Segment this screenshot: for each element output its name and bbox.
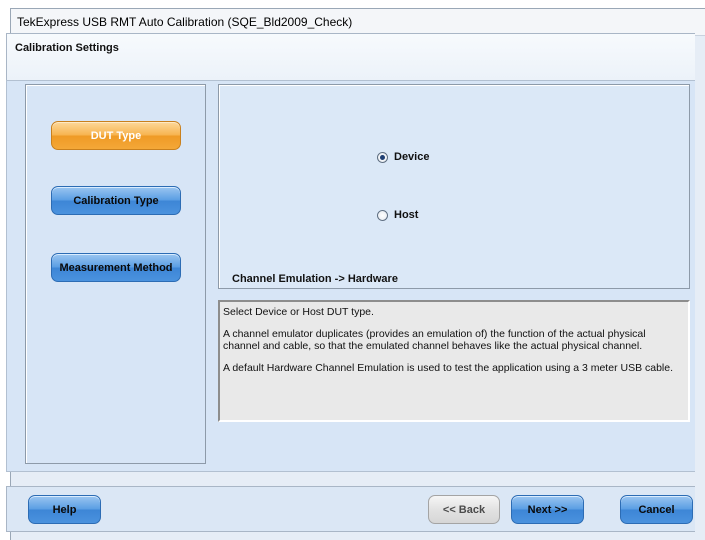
channel-emulation-label: Channel Emulation -> Hardware <box>232 273 398 285</box>
footer-bar <box>6 486 695 532</box>
cancel-button-label: Cancel <box>638 503 675 516</box>
nav-measurement-method-label: Measurement Method <box>59 261 173 274</box>
host-radio-label: Host <box>394 209 419 221</box>
description-line-2: A channel emulator duplicates (provides … <box>223 328 646 352</box>
next-button[interactable]: Next >> <box>511 495 584 524</box>
dut-type-options-panel <box>218 84 690 289</box>
description-line-3: A default Hardware Channel Emulation is … <box>223 362 674 374</box>
page-title: Calibration Settings <box>15 42 119 54</box>
device-radio-button[interactable] <box>377 151 388 163</box>
nav-dut-type-label: DUT Type <box>90 129 142 142</box>
device-radio-label: Device <box>394 151 430 163</box>
nav-dut-type-button[interactable]: DUT Type <box>51 121 181 150</box>
window-title: TekExpress USB RMT Auto Calibration (SQE… <box>11 9 705 36</box>
back-button[interactable]: << Back <box>428 495 500 524</box>
description-line-1: Select Device or Host DUT type. <box>223 306 374 318</box>
next-button-label: Next >> <box>527 503 568 516</box>
nav-calibration-type-button[interactable]: Calibration Type <box>51 186 181 215</box>
description-textbox: Select Device or Host DUT type. A channe… <box>218 300 690 422</box>
help-button[interactable]: Help <box>28 495 101 524</box>
cancel-button[interactable]: Cancel <box>620 495 693 524</box>
device-radio-option[interactable]: Device <box>377 151 429 163</box>
back-button-label: << Back <box>442 503 486 516</box>
host-radio-button[interactable] <box>377 209 388 221</box>
nav-calibration-type-label: Calibration Type <box>73 194 159 207</box>
help-button-label: Help <box>52 503 77 516</box>
nav-measurement-method-button[interactable]: Measurement Method <box>51 253 181 282</box>
host-radio-option[interactable]: Host <box>377 209 418 221</box>
